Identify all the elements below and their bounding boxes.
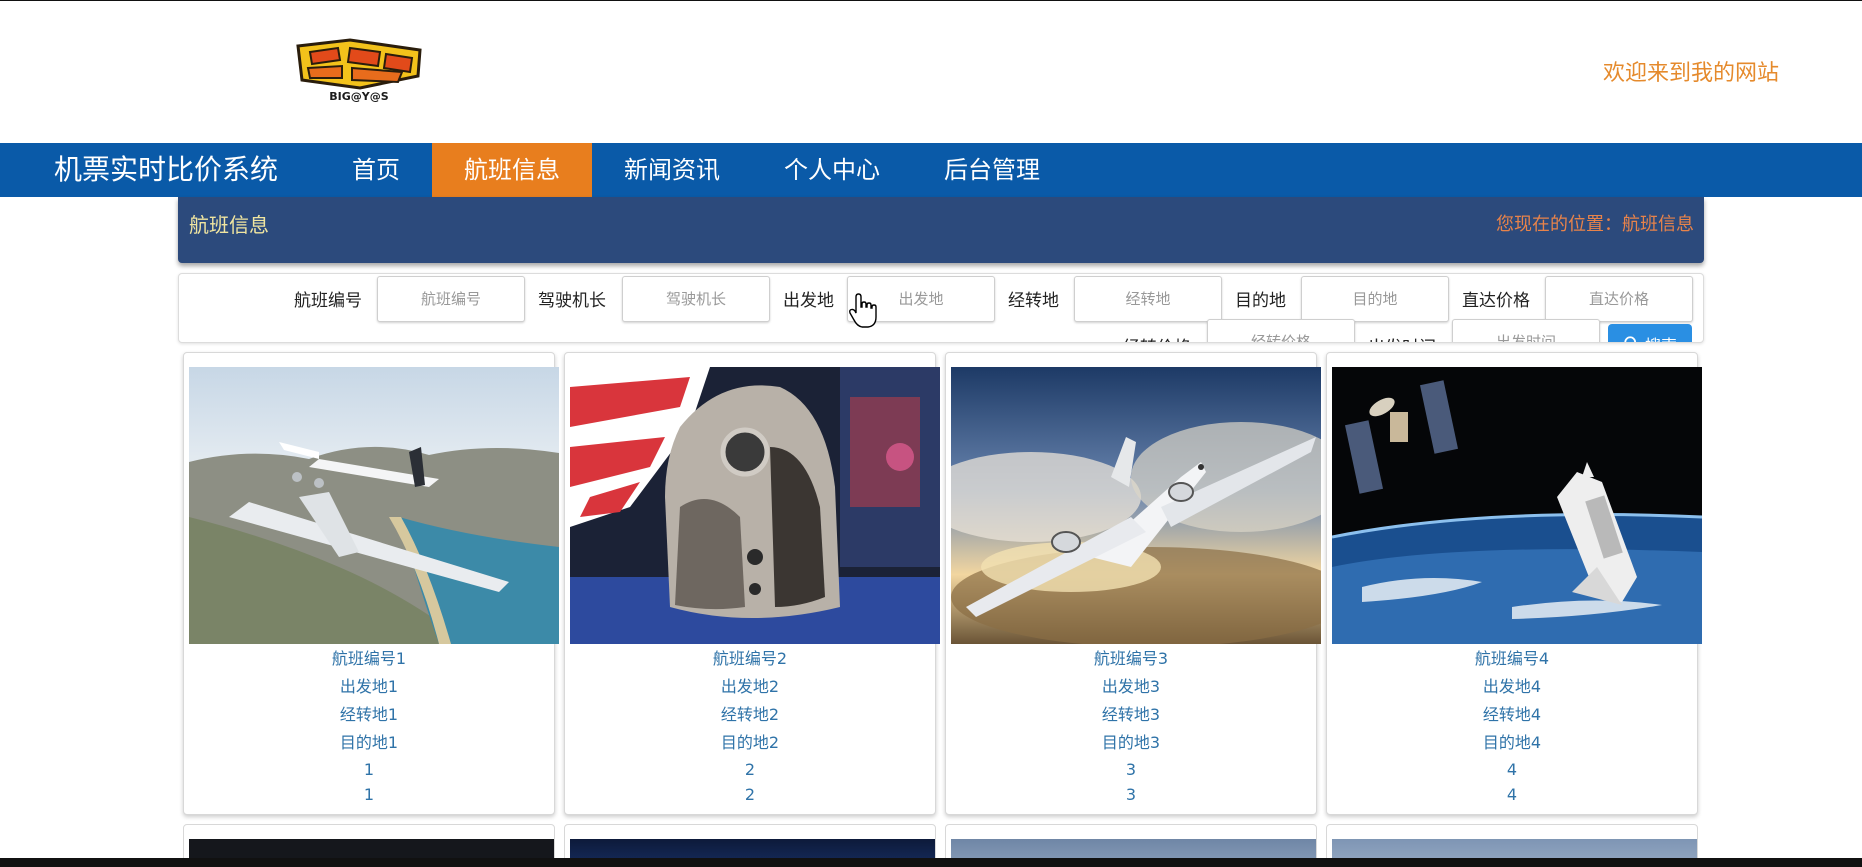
depart-time-label: 出发时间 [1368, 333, 1436, 342]
transfer-price-input[interactable] [1207, 319, 1355, 342]
flight-via: 经转地3 [1101, 705, 1161, 724]
transfer-price-label: 经转价格 [1123, 333, 1191, 342]
flight-direct-price: 4 [1506, 760, 1518, 779]
flight-direct-price: 3 [1125, 760, 1137, 779]
flight-to: 目的地1 [339, 733, 399, 752]
flight-to: 目的地4 [1482, 733, 1542, 752]
flight-no-label: 航班编号 [294, 291, 362, 311]
flight-transfer-price: 2 [744, 785, 756, 804]
nav-item-news[interactable]: 新闻资讯 [592, 143, 752, 197]
captain-label: 驾驶机长 [538, 291, 606, 311]
flight-info: 航班编号1 出发地1 经转地1 目的地1 1 1 [184, 645, 554, 807]
flight-from: 出发地1 [339, 677, 399, 696]
flight-to: 目的地2 [720, 733, 780, 752]
dest-input[interactable] [1301, 276, 1449, 322]
flight-info: 航班编号2 出发地2 经转地2 目的地2 2 2 [565, 645, 935, 807]
dest-label: 目的地 [1235, 291, 1286, 311]
search-form: 航班编号 驾驶机长 出发地 经转地 目的地 直达价格 经转价格 出发时间 搜索 [178, 273, 1704, 343]
page: BIG@Y@S 欢迎来到我的网站 机票实时比价系统 首页 航班信息 新闻资讯 个… [0, 0, 1862, 867]
screen-bottom-edge [0, 858, 1862, 867]
flight-image[interactable] [1332, 367, 1702, 644]
transfer-label: 经转地 [1008, 291, 1059, 311]
main-nav: 机票实时比价系统 首页 航班信息 新闻资讯 个人中心 后台管理 [0, 143, 1862, 197]
flight-info: 航班编号4 出发地4 经转地4 目的地4 4 4 [1327, 645, 1697, 807]
hand-cursor-icon [849, 293, 877, 328]
flight-to: 目的地3 [1101, 733, 1161, 752]
site-logo[interactable]: BIG@Y@S [290, 36, 428, 106]
flight-image[interactable] [570, 367, 940, 644]
flight-card[interactable]: 航班编号4 出发地4 经转地4 目的地4 4 4 [1326, 352, 1702, 815]
flight-direct-price: 2 [744, 760, 756, 779]
flight-from: 出发地3 [1101, 677, 1161, 696]
search-button-label: 搜索 [1645, 332, 1677, 342]
breadcrumb: 您现在的位置：航班信息 [1496, 214, 1694, 235]
captain-input[interactable] [622, 276, 770, 322]
flight-transfer-price: 4 [1506, 785, 1518, 804]
breadcrumb-bar: 航班信息 您现在的位置：航班信息 [178, 197, 1704, 263]
welcome-text: 欢迎来到我的网站 [1602, 61, 1779, 86]
flight-no[interactable]: 航班编号4 [1327, 645, 1697, 673]
direct-price-label: 直达价格 [1462, 291, 1530, 311]
flight-image[interactable] [951, 367, 1321, 644]
nav-item-profile[interactable]: 个人中心 [752, 143, 912, 197]
logo-text: BIG@Y@S [329, 90, 388, 103]
flight-image[interactable] [189, 367, 559, 644]
flight-from: 出发地4 [1482, 677, 1542, 696]
flight-card[interactable]: 航班编号2 出发地2 经转地2 目的地2 2 2 [564, 352, 940, 815]
direct-price-input[interactable] [1545, 276, 1693, 322]
flight-no[interactable]: 航班编号2 [565, 645, 935, 673]
nav-item-admin[interactable]: 后台管理 [912, 143, 1072, 197]
flight-transfer-price: 1 [363, 785, 375, 804]
flight-no[interactable]: 航班编号3 [946, 645, 1316, 673]
flight-no[interactable]: 航班编号1 [184, 645, 554, 673]
flight-card[interactable]: 航班编号1 出发地1 经转地1 目的地1 1 1 [183, 352, 559, 815]
search-button[interactable]: 搜索 [1608, 324, 1692, 342]
nav-item-flights[interactable]: 航班信息 [432, 143, 592, 197]
nav-item-home[interactable]: 首页 [320, 143, 432, 197]
flight-direct-price: 1 [363, 760, 375, 779]
site-brand[interactable]: 机票实时比价系统 [0, 143, 320, 197]
depart-label: 出发地 [783, 291, 834, 311]
flight-no-input[interactable] [377, 276, 525, 322]
flight-via: 经转地1 [339, 705, 399, 724]
page-title: 航班信息 [189, 213, 269, 237]
depart-time-input[interactable] [1452, 319, 1600, 342]
flight-transfer-price: 3 [1125, 785, 1137, 804]
flight-via: 经转地4 [1482, 705, 1542, 724]
flight-from: 出发地2 [720, 677, 780, 696]
flight-via: 经转地2 [720, 705, 780, 724]
flight-info: 航班编号3 出发地3 经转地3 目的地3 3 3 [946, 645, 1316, 807]
transfer-input[interactable] [1074, 276, 1222, 322]
search-icon [1624, 336, 1637, 342]
flight-card[interactable]: 航班编号3 出发地3 经转地3 目的地3 3 3 [945, 352, 1321, 815]
